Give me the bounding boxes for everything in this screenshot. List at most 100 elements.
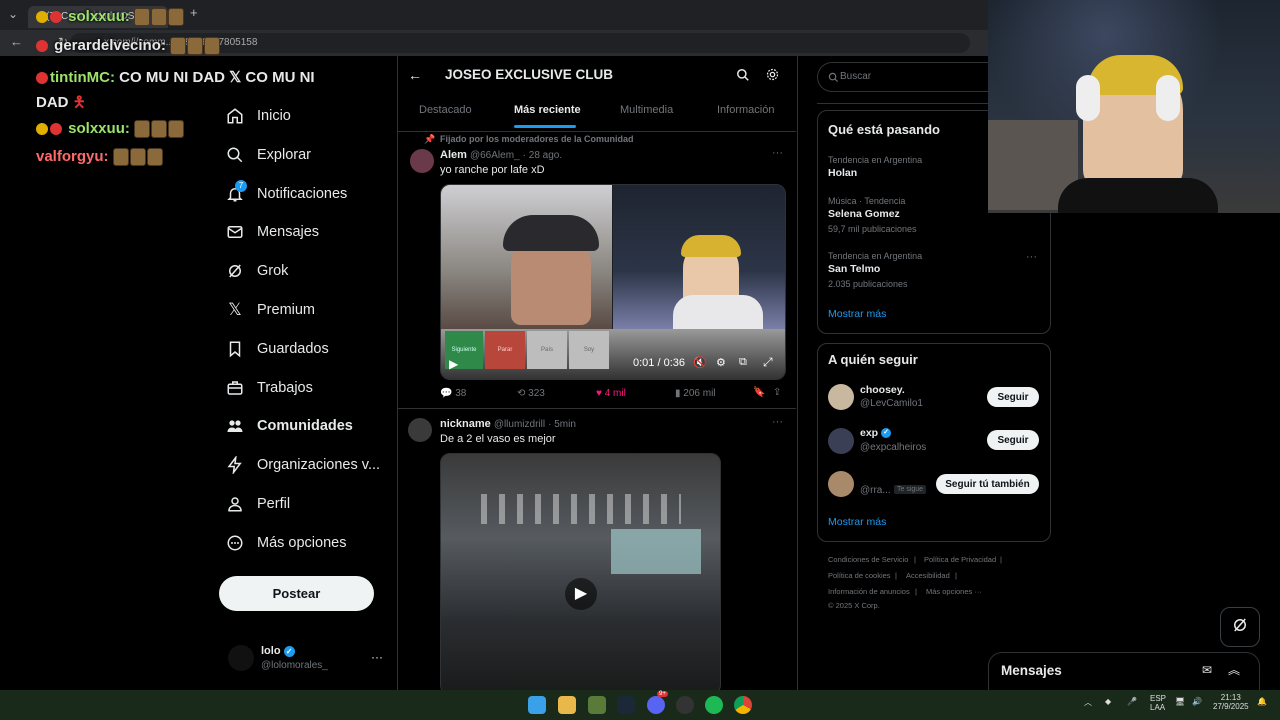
- emote-icon: [168, 120, 185, 139]
- follow-button[interactable]: Seguir: [987, 387, 1039, 407]
- nav-more[interactable]: Más opciones: [226, 528, 406, 558]
- account-name[interactable]: lolo ✓: [261, 645, 295, 657]
- play-icon[interactable]: ▶: [565, 578, 597, 610]
- webcam-overlay: [988, 0, 1280, 213]
- trend-item[interactable]: San Telmo: [828, 263, 880, 275]
- grok-floating-button[interactable]: [1220, 607, 1260, 647]
- language-indicator[interactable]: ESP LAA: [1150, 694, 1166, 712]
- play-icon[interactable]: ▶: [449, 357, 458, 371]
- avatar[interactable]: [828, 471, 854, 497]
- emote-icon: [134, 8, 151, 27]
- network-icon[interactable]: 🖥: [1175, 697, 1185, 706]
- tab-media[interactable]: Multimedia: [620, 104, 673, 116]
- avatar[interactable]: [410, 149, 434, 173]
- picture-in-picture-icon[interactable]: ⧉: [739, 356, 747, 369]
- author-name[interactable]: Alem: [440, 149, 467, 161]
- show-more-link[interactable]: Mostrar más: [828, 308, 886, 320]
- nav-notifications[interactable]: 7 Notificaciones: [226, 179, 406, 209]
- tab-about[interactable]: Información: [717, 104, 774, 116]
- account-more-button[interactable]: ···: [371, 650, 383, 664]
- follow-name[interactable]: exp ✓: [860, 427, 892, 439]
- app-icon[interactable]: [676, 696, 694, 714]
- new-message-icon[interactable]: ✉: [1202, 663, 1212, 677]
- nav-premium[interactable]: 𝕏 Premium: [226, 295, 406, 325]
- footer-link[interactable]: Más opciones ···: [926, 587, 982, 596]
- nav-messages[interactable]: Mensajes: [226, 217, 406, 247]
- post-button[interactable]: Postear: [219, 576, 374, 611]
- tray-chevron-icon[interactable]: ︿: [1084, 697, 1092, 708]
- reply-count: 38: [455, 388, 467, 399]
- tweet-time[interactable]: · 5min: [548, 419, 576, 430]
- trend-more-icon[interactable]: ···: [1026, 251, 1037, 263]
- reply-button[interactable]: 💬 38: [440, 388, 466, 399]
- avatar[interactable]: [228, 645, 254, 671]
- notification-icon[interactable]: 🔔: [1257, 697, 1267, 706]
- repost-button[interactable]: ⟲ 323: [517, 388, 545, 399]
- avatar[interactable]: [408, 418, 432, 442]
- microphone-icon[interactable]: 🎤: [1127, 697, 1137, 706]
- volume-icon[interactable]: 🔊: [1192, 697, 1202, 706]
- chrome-icon[interactable]: [734, 696, 752, 714]
- tab-featured[interactable]: Destacado: [419, 104, 472, 116]
- clock[interactable]: 21:13 27/9/2025: [1213, 693, 1249, 711]
- nav-explore[interactable]: Explorar: [226, 140, 406, 170]
- show-more-link[interactable]: Mostrar más: [828, 516, 886, 528]
- footer-link[interactable]: Información de anuncios: [828, 587, 910, 596]
- author-handle[interactable]: @llumizdrill: [494, 419, 545, 430]
- author-handle[interactable]: @66Alem_: [470, 150, 520, 161]
- tweet-more-icon[interactable]: ···: [772, 147, 783, 159]
- follow-name[interactable]: choosey.: [860, 384, 905, 396]
- tweet-video[interactable]: Siguiente Parar País Soy ▶ 0:01 / 0:36 🔇…: [440, 184, 786, 380]
- nav-bookmarks[interactable]: Guardados: [226, 334, 406, 364]
- avatar[interactable]: [828, 384, 854, 410]
- tweet-more-icon[interactable]: ···: [772, 416, 783, 428]
- app-icon[interactable]: [588, 696, 606, 714]
- tab-latest[interactable]: Más reciente: [514, 104, 581, 116]
- trend-item[interactable]: Holan: [828, 167, 857, 179]
- nav-label: Comunidades: [257, 418, 353, 434]
- back-arrow-icon[interactable]: ←: [10, 34, 23, 49]
- gear-icon[interactable]: [765, 67, 780, 87]
- nav-organizations[interactable]: Organizaciones v...: [226, 450, 406, 480]
- nav-label: Notificaciones: [257, 186, 348, 202]
- search-icon[interactable]: [736, 68, 750, 87]
- spotify-icon[interactable]: [705, 696, 723, 714]
- nav-profile[interactable]: Perfil: [226, 489, 406, 519]
- start-icon[interactable]: [528, 696, 546, 714]
- video-timestamp: 0:01 / 0:36: [633, 357, 685, 369]
- trend-item[interactable]: Selena Gomez: [828, 208, 900, 220]
- footer-link[interactable]: Accesibilidad: [906, 571, 950, 580]
- steam-icon[interactable]: [617, 696, 635, 714]
- fullscreen-icon[interactable]: ⤢: [763, 355, 773, 370]
- follow-back-button[interactable]: Seguir tú también: [936, 474, 1039, 494]
- views-button[interactable]: ▮ 206 mil: [675, 388, 716, 399]
- share-icon[interactable]: ⇪: [773, 387, 781, 398]
- nav-communities[interactable]: Comunidades: [226, 411, 406, 441]
- nav-jobs[interactable]: Trabajos: [226, 373, 406, 403]
- follow-button[interactable]: Seguir: [987, 430, 1039, 450]
- emote-icon: [129, 148, 146, 167]
- footer-link[interactable]: Política de cookies: [828, 571, 891, 580]
- tab-search-icon[interactable]: ⌄: [8, 7, 18, 21]
- discord-icon[interactable]: 9+: [647, 691, 668, 714]
- emote-icon: [168, 8, 185, 27]
- new-tab-icon[interactable]: +: [190, 5, 198, 20]
- footer-link[interactable]: Política de Privacidad: [924, 555, 996, 564]
- expand-icon[interactable]: ︽: [1228, 661, 1240, 678]
- search-input[interactable]: Buscar: [817, 62, 993, 92]
- tweet-time[interactable]: · 28 ago.: [523, 150, 562, 161]
- video-choice-button: País: [527, 331, 567, 369]
- nav-home[interactable]: Inicio: [226, 101, 406, 131]
- bookmark-icon[interactable]: 🔖: [753, 387, 765, 398]
- footer-link[interactable]: Condiciones de Servicio: [828, 555, 908, 564]
- nav-grok[interactable]: Grok: [226, 256, 406, 286]
- back-arrow-icon[interactable]: ←: [408, 67, 422, 83]
- avatar[interactable]: [828, 428, 854, 454]
- tray-app-icon[interactable]: ◆: [1105, 697, 1111, 706]
- author-name[interactable]: nickname: [440, 418, 491, 430]
- mute-icon[interactable]: 🔇: [693, 356, 707, 369]
- folder-icon[interactable]: [558, 696, 576, 714]
- settings-icon[interactable]: ⚙: [716, 356, 726, 369]
- like-button[interactable]: ♥ 4 mil: [596, 388, 626, 399]
- tweet-video[interactable]: ▶: [440, 453, 721, 695]
